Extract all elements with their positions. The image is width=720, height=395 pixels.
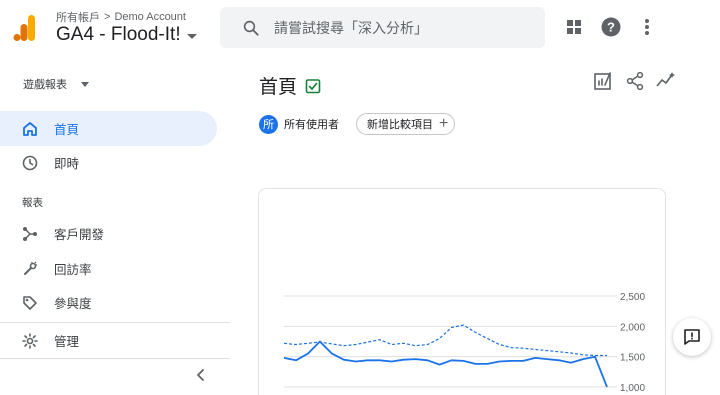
sidebar-item-realtime[interactable]: 即時 xyxy=(0,145,217,180)
report-collection-label: 遊戲報表 xyxy=(23,79,67,91)
breadcrumb-account[interactable]: Demo Account xyxy=(114,11,186,23)
y-tick-label: 1,500 xyxy=(620,353,645,364)
page-title: 首頁 xyxy=(259,72,321,99)
customize-report-icon[interactable] xyxy=(593,71,613,91)
collapse-sidebar-icon[interactable] xyxy=(194,368,208,382)
breadcrumb-accounts[interactable]: 所有帳戶 xyxy=(56,9,100,25)
feedback-button[interactable] xyxy=(673,318,711,356)
acquisition-icon xyxy=(21,225,39,243)
series-line-current xyxy=(283,340,608,388)
sidebar-item-label: 參與度 xyxy=(54,297,92,311)
breadcrumb[interactable]: 所有帳戶 > Demo Account xyxy=(56,9,186,25)
series-line-previous xyxy=(283,324,607,357)
sidebar-divider xyxy=(0,358,230,359)
sidebar-item-engagement[interactable]: 參與度 xyxy=(0,285,217,320)
y-tick-label: 2,500 xyxy=(620,292,645,303)
sidebar-item-label: 回訪率 xyxy=(54,263,92,277)
property-selector[interactable]: GA4 - Flood-It! xyxy=(56,24,197,46)
breadcrumb-separator: > xyxy=(104,11,111,23)
section-label-reports: 報表 xyxy=(22,197,43,209)
page-title-text: 首頁 xyxy=(259,77,298,98)
caret-down-icon xyxy=(186,33,197,39)
y-tick-label: 2,000 xyxy=(620,322,645,333)
clock-icon xyxy=(21,154,39,172)
plus-icon: + xyxy=(439,114,449,132)
users-line-chart: 2,500 2,000 1,500 1,000 xyxy=(283,292,645,394)
search-placeholder: 請嘗試搜尋「深入分析」 xyxy=(274,19,428,36)
apps-grid-icon[interactable] xyxy=(563,16,585,38)
gear-icon xyxy=(21,332,39,350)
top-bar: 所有帳戶 > Demo Account GA4 - Flood-It! 請嘗試搜… xyxy=(0,0,720,56)
sidebar-item-acquisition[interactable]: 客戶開發 xyxy=(0,216,217,251)
overview-chart-card: 2,500 2,000 1,500 1,000 xyxy=(258,188,666,395)
help-icon[interactable]: ? xyxy=(600,16,622,38)
segment-badge: 所 xyxy=(259,114,278,134)
y-tick-label: 1,000 xyxy=(620,383,645,394)
add-comparison-label: 新增比較項目 xyxy=(367,119,433,131)
svg-text:?: ? xyxy=(607,20,615,35)
segment-label: 所有使用者 xyxy=(284,119,339,131)
retention-icon xyxy=(21,260,39,278)
caret-down-icon xyxy=(81,81,89,87)
sidebar-item-home[interactable]: 首頁 xyxy=(0,111,217,146)
add-comparison-button[interactable]: 新增比較項目 + xyxy=(356,113,456,135)
search-bar[interactable]: 請嘗試搜尋「深入分析」 xyxy=(220,7,545,48)
segment-chip[interactable]: 所 所有使用者 xyxy=(259,113,339,135)
property-name: GA4 - Flood-It! xyxy=(56,24,181,45)
sidebar-item-label: 即時 xyxy=(54,157,80,171)
sidebar-item-label: 首頁 xyxy=(54,123,80,137)
home-icon xyxy=(21,120,39,138)
report-collection-selector[interactable]: 遊戲報表 xyxy=(23,76,89,92)
share-icon[interactable] xyxy=(625,71,645,91)
sidebar-item-admin[interactable]: 管理 xyxy=(0,323,217,358)
insights-icon[interactable] xyxy=(656,71,676,91)
search-icon xyxy=(243,20,259,36)
sidebar: 遊戲報表 首頁 即時 報表 客戶開發 回訪率 參與度 管理 xyxy=(0,56,230,395)
more-vert-icon[interactable] xyxy=(636,16,658,38)
analytics-logo[interactable] xyxy=(13,13,37,43)
verified-check-icon xyxy=(305,78,321,93)
sidebar-item-retention[interactable]: 回訪率 xyxy=(0,251,217,286)
sidebar-item-label: 客戶開發 xyxy=(54,228,105,242)
feedback-icon xyxy=(684,329,700,345)
tag-icon xyxy=(21,294,39,312)
sidebar-item-label: 管理 xyxy=(54,335,80,349)
